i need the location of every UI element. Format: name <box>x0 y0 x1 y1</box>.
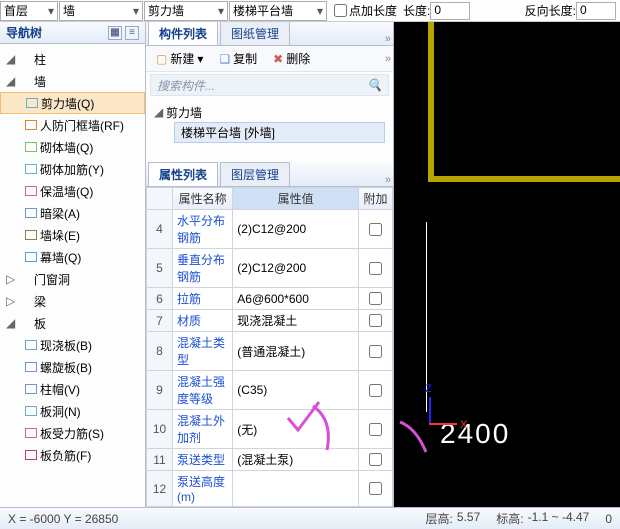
property-row[interactable]: 12泵送高度(m) <box>147 471 393 507</box>
property-tabs: 属性列表 图层管理 » <box>146 163 393 187</box>
length-field: 长度: 0 <box>403 2 470 20</box>
tab-property-list[interactable]: 属性列表 <box>148 162 218 186</box>
nav-list-icon[interactable]: ≡ <box>125 26 139 40</box>
new-icon: ▢ <box>156 52 167 66</box>
drawing-canvas[interactable]: 2400 Z X <box>394 22 620 507</box>
floor-height: 层高:5.57 <box>426 510 481 527</box>
nav-title: 导航树 <box>6 24 42 41</box>
status-unit: 0 <box>605 512 612 526</box>
search-input[interactable]: 搜索构件...🔍 <box>150 74 389 96</box>
property-row[interactable]: 8混凝土类型(普通混凝土) <box>147 332 393 371</box>
tree-node[interactable]: 柱帽(V) <box>0 378 145 400</box>
component-tree: ◢剪力墙 楼梯平台墙 [外墙] <box>146 98 393 147</box>
col-value: 属性值 <box>233 188 359 210</box>
copy-icon: ❏ <box>219 52 230 66</box>
add-length-label: 点加长度 <box>349 2 397 19</box>
nav-panel-header: 导航树 ▦ ≡ <box>0 22 145 44</box>
tree-node[interactable]: 砌体加筋(Y) <box>0 158 145 180</box>
tree-node[interactable]: 现浇板(B) <box>0 334 145 356</box>
nav-tree: ◢柱◢墙剪力墙(Q)人防门框墙(RF)砌体墙(Q)砌体加筋(Y)保温墙(Q)暗梁… <box>0 44 145 507</box>
new-button[interactable]: ▢新建▾ <box>150 47 209 70</box>
component-tabs: 构件列表 图纸管理 » <box>146 22 393 46</box>
top-toolbar: 首层▾ 墙▾ 剪力墙▾ 楼梯平台墙▾ 点加长度 长度: 0 反向长度: 0 <box>0 0 620 22</box>
chevron-right-icon[interactable]: » <box>385 53 391 65</box>
chevron-right-icon[interactable]: » <box>385 33 391 45</box>
tree-node[interactable]: 板负筋(F) <box>0 444 145 466</box>
tab-layer-mgmt[interactable]: 图层管理 <box>220 162 290 186</box>
add-length-toggle: 点加长度 <box>334 2 397 19</box>
chevron-down-icon: ▾ <box>48 4 54 18</box>
property-row[interactable]: 9混凝土强度等级(C35) <box>147 371 393 410</box>
axis-x-label: X <box>460 419 467 431</box>
add-length-checkbox[interactable] <box>334 4 347 17</box>
component-dropdown[interactable]: 楼梯平台墙▾ <box>229 1 327 21</box>
category-dropdown[interactable]: 墙▾ <box>59 1 143 21</box>
status-bar: X = -6000 Y = 26850 层高:5.57 标高:-1.1 ~ -4… <box>0 507 620 529</box>
component-root[interactable]: ◢剪力墙 <box>154 102 385 122</box>
tree-node[interactable]: ◢墙 <box>0 70 145 92</box>
col-name: 属性名称 <box>173 188 233 210</box>
property-row[interactable]: 4水平分布钢筋(2)C12@200 <box>147 210 393 249</box>
property-row[interactable]: 7材质现浇混凝土 <box>147 310 393 332</box>
chevron-down-icon: ▾ <box>133 4 139 18</box>
delete-icon: ✖ <box>273 52 283 66</box>
tree-node[interactable]: 砌体墙(Q) <box>0 136 145 158</box>
coord-readout: X = -6000 Y = 26850 <box>8 512 118 526</box>
tree-node[interactable]: 板洞(N) <box>0 400 145 422</box>
tree-node[interactable]: ◢板 <box>0 312 145 334</box>
floor-dropdown[interactable]: 首层▾ <box>0 1 58 21</box>
col-extra: 附加 <box>359 188 393 210</box>
tree-node[interactable]: 板受力筋(S) <box>0 422 145 444</box>
component-selected[interactable]: 楼梯平台墙 [外墙] <box>174 122 385 143</box>
reverse-length-field: 反向长度: 0 <box>525 2 616 20</box>
property-row[interactable]: 10混凝土外加剂(无) <box>147 410 393 449</box>
nav-panel: 导航树 ▦ ≡ ◢柱◢墙剪力墙(Q)人防门框墙(RF)砌体墙(Q)砌体加筋(Y)… <box>0 22 146 507</box>
property-row[interactable]: 5垂直分布钢筋(2)C12@200 <box>147 249 393 288</box>
wall-shape <box>428 22 620 182</box>
chevron-right-icon[interactable]: » <box>385 174 391 186</box>
tab-component-list[interactable]: 构件列表 <box>148 22 218 45</box>
property-row[interactable]: 6拉筋A6@600*600 <box>147 288 393 310</box>
chevron-down-icon: ▾ <box>218 4 224 18</box>
tree-node[interactable]: ◢柱 <box>0 48 145 70</box>
subtype-dropdown[interactable]: 剪力墙▾ <box>144 1 228 21</box>
tab-drawing-mgmt[interactable]: 图纸管理 <box>220 22 290 45</box>
center-panel: 构件列表 图纸管理 » ▢新建▾ ❏复制 ✖删除 » 搜索构件...🔍 ◢剪力墙… <box>146 22 394 507</box>
reverse-length-input[interactable]: 0 <box>576 2 616 20</box>
tree-node[interactable]: ▷梁 <box>0 290 145 312</box>
copy-button[interactable]: ❏复制 <box>213 47 263 70</box>
tree-node[interactable]: 剪力墙(Q) <box>0 92 145 114</box>
tree-node[interactable]: 幕墙(Q) <box>0 246 145 268</box>
length-input[interactable]: 0 <box>430 2 470 20</box>
chevron-down-icon: ▾ <box>317 4 323 18</box>
tree-node[interactable]: 暗梁(A) <box>0 202 145 224</box>
axis-z-label: Z <box>425 383 432 395</box>
chevron-down-icon: ▾ <box>197 52 203 66</box>
property-row[interactable]: 11泵送类型(混凝土泵) <box>147 449 393 471</box>
delete-button[interactable]: ✖删除 <box>267 47 316 70</box>
tree-node[interactable]: ▷门窗洞 <box>0 268 145 290</box>
annotation-stroke <box>396 418 436 458</box>
component-toolbar: ▢新建▾ ❏复制 ✖删除 » <box>146 46 393 72</box>
nav-grid-icon[interactable]: ▦ <box>108 26 122 40</box>
elevation: 标高:-1.1 ~ -4.47 <box>496 510 589 527</box>
tree-node[interactable]: 人防门框墙(RF) <box>0 114 145 136</box>
tree-node[interactable]: 保温墙(Q) <box>0 180 145 202</box>
property-table: 属性名称 属性值 附加 4水平分布钢筋(2)C12@2005垂直分布钢筋(2)C… <box>146 187 393 507</box>
tree-node[interactable]: 墙垛(E) <box>0 224 145 246</box>
search-icon: 🔍 <box>367 78 382 92</box>
tree-node[interactable]: 螺旋板(B) <box>0 356 145 378</box>
